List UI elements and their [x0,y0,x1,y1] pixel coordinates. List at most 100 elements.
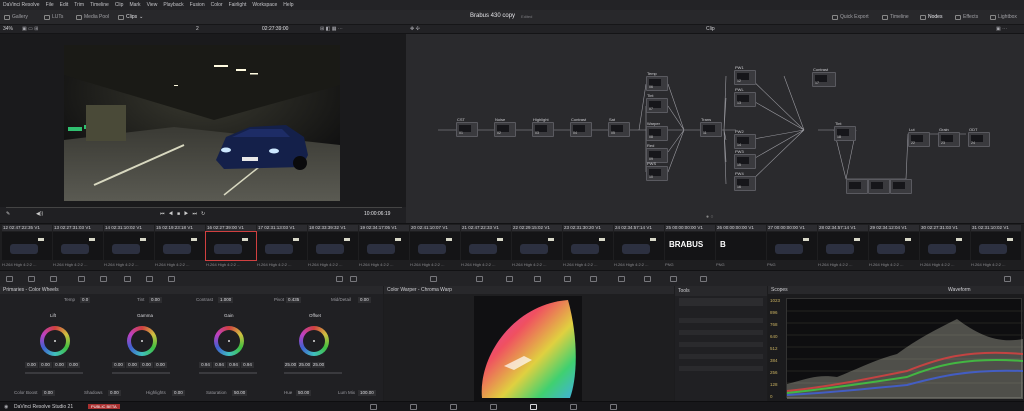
node-pwl[interactable]: PWL 13 [734,87,756,107]
tools-slider-4[interactable] [679,354,763,359]
viewer-frame[interactable] [64,45,340,201]
menu-edit[interactable]: Edit [60,2,69,8]
wheel-value[interactable]: 0.00 [154,362,167,368]
clip-thumbnail[interactable]: 18 02:33:39:32 V1 H.264 High 4:2:2 ... [308,225,358,269]
clip-thumbnail[interactable]: 15 02:19:23:18 V1 H.264 High 4:2:2 ... [155,225,205,269]
wheel-puck[interactable] [228,340,230,342]
menu-file[interactable]: File [46,2,54,8]
menu-fusion[interactable]: Fusion [190,2,205,8]
node-mode-selector[interactable]: Clip [706,26,715,32]
wheel-value[interactable]: 0.94 [213,362,226,368]
menu-fairlight[interactable]: Fairlight [229,2,247,8]
contrast-field[interactable]: 1.000 [218,297,234,303]
media-pool-button[interactable]: Media Pool [76,14,109,20]
chroma-warp-grid[interactable] [474,296,582,401]
color-wheel-gamma[interactable] [127,326,157,356]
key-icon[interactable] [644,276,651,282]
version-selector[interactable]: 2 [196,26,199,32]
tools-tabs[interactable] [679,298,763,306]
clip-thumbnail[interactable]: 31 02:31:10:02 V1 H.264 High 4:2:2 ... [971,225,1021,269]
playback-controls[interactable]: ⏮◀■▶⏭↻ [160,211,209,217]
hue-field[interactable]: 50.00 [296,390,312,396]
timeline-button[interactable]: Timeline [882,14,909,20]
node-temp[interactable]: Temp 06 [646,71,668,91]
tools-slider-5[interactable] [679,366,763,371]
bars-icon[interactable] [350,276,357,282]
blur-icon[interactable] [618,276,625,282]
effects-button[interactable]: Effects [955,14,978,20]
clip-thumbnail[interactable]: 22 02:29:15:02 V1 H.264 High 4:2:2 ... [512,225,562,269]
page-dots[interactable]: ● ○ [706,214,713,220]
node-grain[interactable]: Grain 23 [938,127,960,147]
clip-thumbnail[interactable]: 23 02:31:30:20 V1 H.264 High 4:2:2 ... [563,225,613,269]
color-boost-field[interactable]: 0.00 [42,390,55,396]
node-lut[interactable]: Lut 22 [908,127,930,147]
clip-thumbnail[interactable]: 14 02:31:10:02 V1 H.264 High 4:2:2 ... [104,225,154,269]
clip-thumbnail[interactable]: 13 02:27:31:03 V1 H.264 High 4:2:2 ... [53,225,103,269]
tools-slider-3[interactable] [679,342,763,347]
menu-help[interactable]: Help [283,2,293,8]
clip-thumbnail[interactable]: 12 02:47:22:35 V1 H.264 High 4:2:2 ... [2,225,52,269]
cut-page-icon[interactable] [410,404,417,410]
node-options-icon[interactable]: ▣ ⋯ [996,26,1007,32]
node-contrast[interactable]: Contrast 04 [570,117,592,137]
wheel-value[interactable]: 0.00 [140,362,153,368]
node-noise[interactable]: Noise 02 [494,117,516,137]
clip-thumbnail[interactable]: 30 02:27:31:03 V1 H.264 High 4:2:2 ... [920,225,970,269]
clip-thumbnail[interactable]: 21 02:47:22:33 V1 H.264 High 4:2:2 ... [461,225,511,269]
lut-icon[interactable] [6,276,13,282]
menu-clip[interactable]: Clip [115,2,124,8]
pointer-icon[interactable]: ✎ [6,211,10,217]
saturation-field[interactable]: 50.00 [232,390,248,396]
lightbox-button[interactable]: Lightbox [990,14,1017,20]
clip-thumbnail[interactable]: 17 02:31:13:03 V1 H.264 High 4:2:2 ... [257,225,307,269]
node-extra-2[interactable] [868,179,890,194]
zoom-level[interactable]: 34% [3,26,13,32]
node-trans[interactable]: Trans 11 [700,117,722,137]
wheel-value[interactable]: 0.00 [39,362,52,368]
color-wheel-offset[interactable] [299,326,329,356]
speaker-icon[interactable]: ◀)) [36,211,43,217]
wheel-value[interactable]: 0.00 [126,362,139,368]
tracker-icon[interactable] [564,276,571,282]
more-icon[interactable] [1004,276,1011,282]
page-navigation[interactable] [370,404,650,410]
motion-icon[interactable] [168,276,175,282]
nodes-button[interactable]: Nodes [920,14,942,20]
edit-page-icon[interactable] [450,404,457,410]
media-page-icon[interactable] [370,404,377,410]
magic-mask-icon[interactable] [590,276,597,282]
wheel-master-slider[interactable] [199,372,257,374]
deliver-page-icon[interactable] [610,404,617,410]
node-pw1[interactable]: PW1 12 [734,65,756,85]
wheel-value[interactable]: 25.00 [284,362,297,368]
viewer-options-icon[interactable]: ▣ ▭ ⊞ [22,26,38,32]
menu-workspace[interactable]: Workspace [252,2,277,8]
qualifier-icon[interactable] [506,276,513,282]
tint-field[interactable]: 0.00 [149,297,162,303]
wheel-value[interactable]: 0.00 [53,362,66,368]
viewer-tools-icon[interactable]: ⊞ ◧ ▦ ⋯ [320,26,343,32]
clip-thumbnail[interactable]: 29 02:34:12:04 V1 H.264 High 4:2:2 ... [869,225,919,269]
node-extra-1[interactable] [846,179,868,194]
clip-thumbnail[interactable]: 20 02:41:10:07 V1 H.264 High 4:2:2 ... [410,225,460,269]
clip-thumbnail[interactable]: 27 00:00:00:00 V1 PNG [767,225,817,269]
menu-mark[interactable]: Mark [129,2,140,8]
wheel-value[interactable]: 0.00 [25,362,38,368]
wheel-puck[interactable] [141,340,143,342]
scrub-bar[interactable] [6,207,402,208]
wheel-value[interactable]: 0.00 [112,362,125,368]
wheel-value[interactable]: 0.94 [241,362,254,368]
wheel-puck[interactable] [54,340,56,342]
pivot-field[interactable]: 0.435 [286,297,302,303]
color-match-icon[interactable] [78,276,85,282]
curves-icon[interactable] [430,276,437,282]
clip-thumbnail[interactable]: 24 02:34:57:14 V1 H.264 High 4:2:2 ... [614,225,664,269]
wheels-icon[interactable] [100,276,107,282]
highlights-field[interactable]: 0.00 [172,390,185,396]
node-pw4[interactable]: PW4 16 [734,171,756,191]
clip-thumbnail[interactable]: 25 00:00:00:00 V1 BRABUS PNG [665,225,715,269]
curves-mode-icon[interactable] [28,276,35,282]
fairlight-page-icon[interactable] [570,404,577,410]
fusion-page-icon[interactable] [490,404,497,410]
